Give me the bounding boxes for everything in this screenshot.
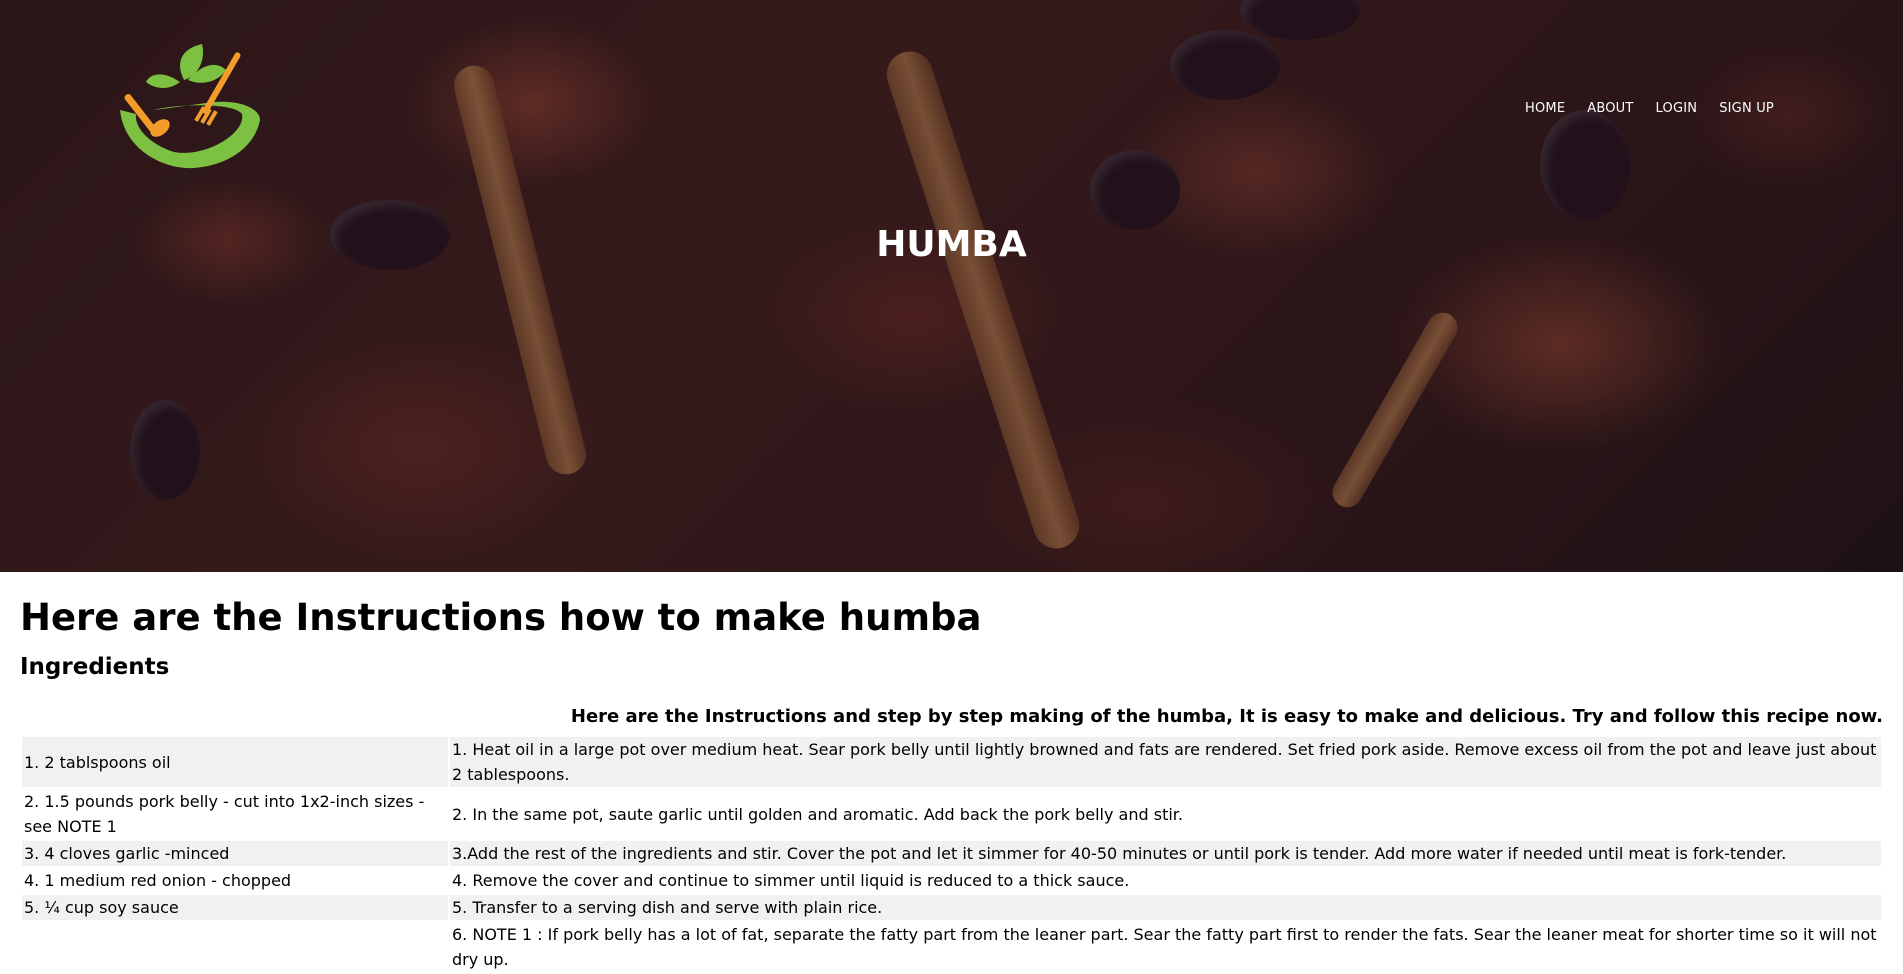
- table-row: 3. 4 cloves garlic -minced 3.Add the res…: [22, 841, 1881, 867]
- page-heading: Here are the Instructions how to make hu…: [20, 596, 982, 639]
- nav-signup-link[interactable]: SIGN UP: [1719, 101, 1774, 116]
- instruction-cell: 1. Heat oil in a large pot over medium h…: [450, 737, 1881, 788]
- instruction-cell: 5. Transfer to a serving dish and serve …: [450, 895, 1881, 921]
- table-row: 4. 1 medium red onion - chopped 4. Remov…: [22, 868, 1881, 893]
- food-detail: [1540, 110, 1630, 220]
- table-row: 1. 2 tablspoons oil 1. Heat oil in a lar…: [22, 737, 1881, 788]
- ingredient-cell: 3. 4 cloves garlic -minced: [22, 841, 448, 867]
- instruction-cell: 2. In the same pot, saute garlic until g…: [452, 804, 1183, 824]
- recipe-content: Here are the Instructions how to make hu…: [0, 596, 1903, 974]
- food-detail: [1240, 0, 1360, 40]
- food-detail: [1327, 307, 1463, 513]
- hero-banner: HOME ABOUT LOGIN SIGN UP HUMBA: [0, 0, 1903, 572]
- main-nav: HOME ABOUT LOGIN SIGN UP: [1525, 101, 1774, 116]
- instruction-cell: 3.Add the rest of the ingredients and st…: [450, 841, 1881, 867]
- recipe-table: 1. 2 tablspoons oil 1. Heat oil in a lar…: [20, 735, 1883, 974]
- table-row: 6. NOTE 1 : If pork belly has a lot of f…: [22, 922, 1881, 972]
- food-detail: [130, 400, 200, 500]
- table-row: 5. ¼ cup soy sauce 5. Transfer to a serv…: [22, 895, 1881, 921]
- nav-home-link[interactable]: HOME: [1525, 101, 1565, 116]
- ingredient-cell: [22, 922, 448, 972]
- hero-title: HUMBA: [876, 224, 1027, 265]
- instruction-cell: 6. NOTE 1 : If pork belly has a lot of f…: [452, 925, 1877, 970]
- ingredients-heading: Ingredients: [20, 654, 170, 681]
- nav-about-link[interactable]: ABOUT: [1587, 101, 1633, 116]
- food-detail: [1090, 150, 1180, 230]
- food-detail: [449, 61, 591, 479]
- ingredient-cell: 4. 1 medium red onion - chopped: [24, 871, 292, 891]
- instruction-cell: 4. Remove the cover and continue to simm…: [452, 871, 1130, 891]
- ingredient-cell: 2. 1.5 pounds pork belly - cut into 1x2-…: [24, 792, 425, 837]
- food-detail: [1170, 30, 1280, 100]
- ingredient-cell: 1. 2 tablspoons oil: [22, 737, 448, 788]
- nav-login-link[interactable]: LOGIN: [1656, 101, 1698, 116]
- food-detail: [880, 45, 1086, 555]
- ingredient-cell: 5. ¼ cup soy sauce: [22, 895, 448, 921]
- table-row: 2. 1.5 pounds pork belly - cut into 1x2-…: [22, 789, 1881, 839]
- bowl-logo[interactable]: [114, 40, 266, 176]
- instructions-intro: Here are the Instructions and step by st…: [570, 706, 1883, 728]
